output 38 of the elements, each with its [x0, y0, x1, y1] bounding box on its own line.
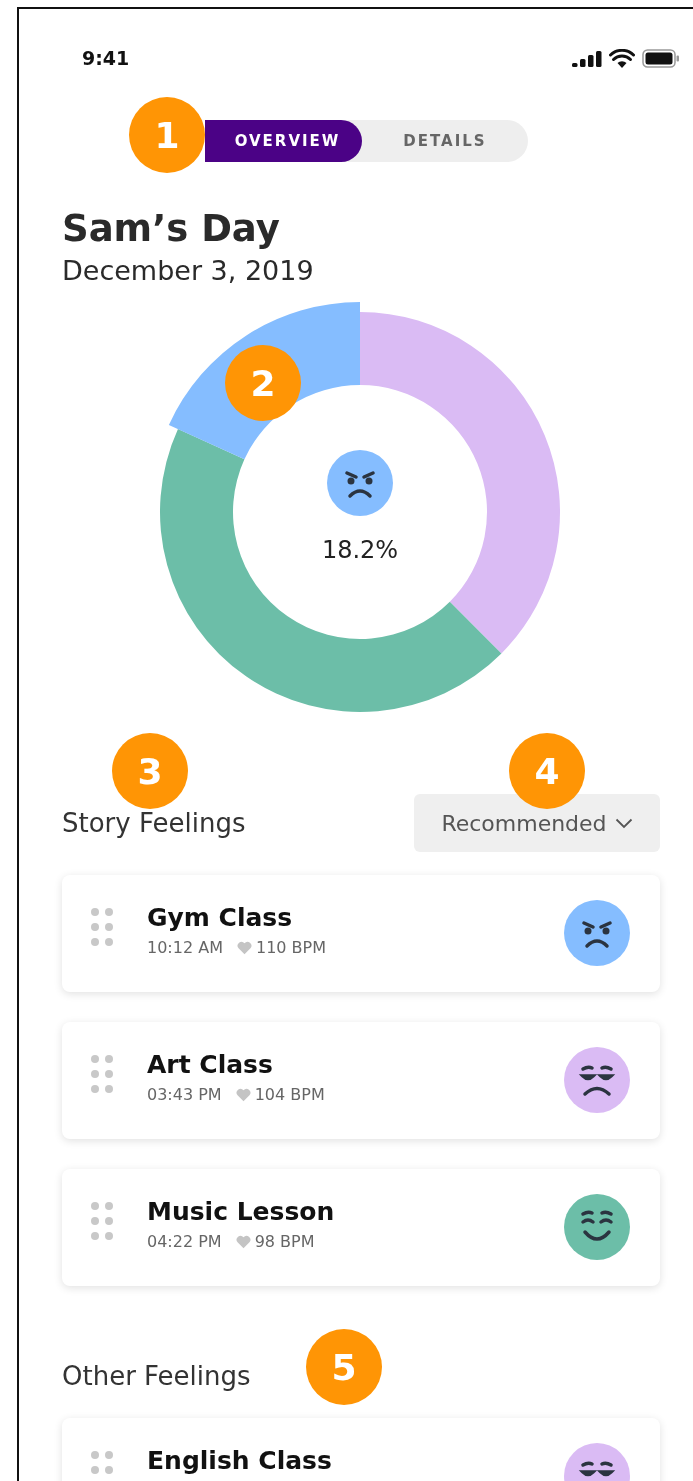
section-heading: Story Feelings [62, 808, 246, 838]
feeling-time: 04:22 PM [147, 1232, 222, 1251]
heart-icon [235, 1087, 251, 1102]
chevron-down-icon [614, 817, 633, 829]
feeling-title: Music Lesson [147, 1197, 336, 1226]
status-time: 9:41 [82, 47, 130, 69]
feeling-card[interactable]: Music Lesson 04:22 PM 98 BPM [62, 1169, 660, 1286]
feeling-time: 10:12 AM [147, 938, 223, 957]
heart-icon [236, 940, 252, 955]
drag-handle-icon[interactable] [91, 908, 113, 946]
step-marker: 1 [129, 97, 205, 173]
view-tab[interactable]: OVERVIEW [205, 120, 362, 162]
heart-rate: 110 BPM [255, 938, 326, 957]
step-marker: 4 [509, 733, 585, 809]
drag-handle-icon[interactable] [91, 1202, 113, 1240]
feeling-time: 03:43 PM [147, 1085, 222, 1104]
feeling-card[interactable]: English Class [62, 1418, 660, 1481]
feeling-title: Art Class [147, 1050, 274, 1079]
heart-rate: 104 BPM [254, 1085, 325, 1104]
signal-icon [572, 49, 602, 67]
day-date: December 3, 2019 [62, 254, 315, 288]
section-heading: Other Feelings [62, 1361, 251, 1391]
feeling-card[interactable]: Art Class 03:43 PM 104 BPM [62, 1022, 660, 1139]
battery-icon [642, 48, 680, 68]
donut-percentage: 18.2% [321, 536, 399, 564]
drag-handle-icon[interactable] [91, 1055, 113, 1093]
heart-icon [235, 1234, 251, 1249]
step-marker: 5 [306, 1329, 382, 1405]
feeling-title: English Class [147, 1446, 333, 1475]
heart-rate: 98 BPM [254, 1232, 315, 1251]
feeling-card[interactable]: Gym Class 10:12 AM 110 BPM [62, 875, 660, 992]
feeling-title: Gym Class [147, 903, 294, 932]
step-marker: 3 [112, 733, 188, 809]
day-title: Sam’s Day [62, 206, 281, 252]
view-tab[interactable]: DETAILS [362, 120, 528, 162]
donut-segment[interactable] [160, 429, 502, 712]
wifi-icon [609, 48, 635, 68]
sort-dropdown[interactable]: Recommended [414, 794, 660, 852]
